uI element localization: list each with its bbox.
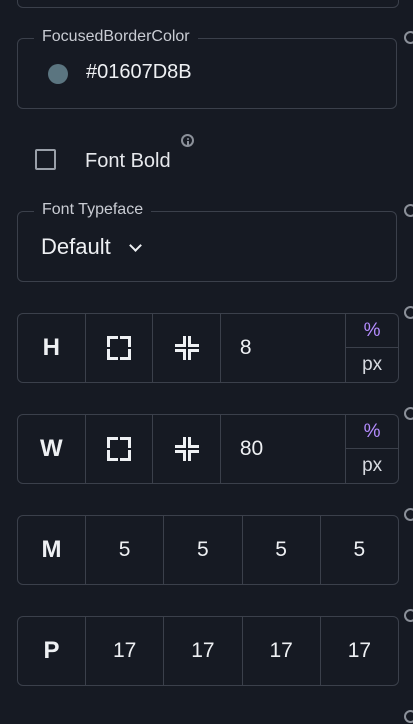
info-icon[interactable]: [404, 407, 413, 420]
padding-bottom-input[interactable]: 17: [241, 617, 320, 685]
margin-bottom-input[interactable]: 5: [241, 516, 320, 584]
margin-label: M: [41, 536, 62, 563]
info-icon[interactable]: [404, 306, 413, 319]
width-collapse-button[interactable]: [152, 415, 220, 483]
font-typeface-label: Font Typeface: [34, 201, 152, 219]
height-expand-button[interactable]: [84, 314, 153, 382]
height-label: H: [42, 334, 60, 361]
padding-left-input[interactable]: 17: [319, 617, 398, 685]
margin-left-input[interactable]: 5: [319, 516, 398, 584]
margin-top-input[interactable]: 5: [85, 516, 163, 584]
focused-border-color-label: FocusedBorderColor: [34, 28, 198, 46]
width-value-input[interactable]: 80: [219, 415, 345, 483]
unit-px-button[interactable]: px: [346, 449, 398, 483]
height-value-input[interactable]: 8: [219, 314, 345, 382]
info-icon[interactable]: [404, 710, 413, 723]
width-expand-button[interactable]: [84, 415, 153, 483]
font-bold-label[interactable]: Font Bold: [85, 150, 171, 173]
expand-icon: [106, 336, 131, 360]
chevron-down-icon[interactable]: [129, 239, 142, 252]
focused-border-color-field[interactable]: FocusedBorderColor #01607D8B: [17, 28, 397, 109]
info-icon[interactable]: [404, 204, 413, 217]
info-icon[interactable]: [404, 508, 413, 521]
info-icon[interactable]: [181, 134, 194, 147]
collapse-icon: [174, 335, 200, 361]
height-unit-toggle: % px: [345, 314, 398, 382]
width-row: W 80 % px: [17, 414, 399, 484]
margin-row: M 5 5 5 5: [17, 515, 399, 585]
padding-row: P 17 17 17 17: [17, 616, 399, 686]
font-bold-checkbox[interactable]: [35, 149, 56, 170]
previous-field[interactable]: [17, 0, 399, 8]
font-typeface-value[interactable]: Default: [41, 234, 111, 260]
margin-right-input[interactable]: 5: [163, 516, 241, 584]
color-value[interactable]: #01607D8B: [86, 61, 192, 84]
font-typeface-select[interactable]: Font Typeface Default: [17, 201, 397, 282]
padding-label: P: [43, 637, 60, 664]
height-collapse-button[interactable]: [152, 314, 220, 382]
expand-icon: [106, 437, 131, 461]
collapse-icon: [174, 436, 200, 462]
width-unit-toggle: % px: [345, 415, 398, 483]
unit-percent-button[interactable]: %: [346, 314, 398, 348]
padding-right-input[interactable]: 17: [163, 617, 241, 685]
unit-px-button[interactable]: px: [346, 348, 398, 382]
padding-top-input[interactable]: 17: [85, 617, 163, 685]
width-label: W: [39, 435, 63, 462]
color-swatch[interactable]: [48, 64, 68, 84]
unit-percent-button[interactable]: %: [346, 415, 398, 449]
info-icon[interactable]: [404, 609, 413, 622]
height-row: H 8 % px: [17, 313, 399, 383]
info-icon[interactable]: [404, 31, 413, 44]
